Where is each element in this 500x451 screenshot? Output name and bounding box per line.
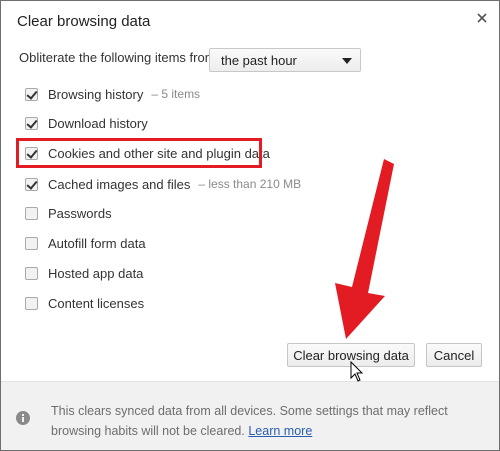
item-cached-images[interactable]: Cached images and files – less than 210 … (25, 174, 301, 194)
learn-more-link[interactable]: Learn more (248, 424, 312, 438)
info-icon (16, 411, 30, 425)
clear-browsing-data-dialog: Clear browsing data Obliterate the follo… (0, 0, 500, 451)
browsing-history-checkbox[interactable] (25, 87, 38, 101)
item-label: Download history (48, 115, 148, 131)
chevron-down-icon (342, 58, 352, 64)
content-licenses-checkbox[interactable] (25, 296, 38, 310)
red-arrow-annotation (335, 159, 394, 339)
item-download-history[interactable]: Download history (25, 113, 148, 133)
item-browsing-history[interactable]: Browsing history – 5 items (25, 84, 200, 104)
item-detail: – 5 items (151, 87, 201, 101)
time-period-row: Obliterate the following items from: (19, 50, 219, 65)
item-label: Content licenses (48, 295, 145, 311)
item-detail: – less than 210 MB (198, 177, 302, 191)
time-period-value: the past hour (221, 53, 297, 68)
item-label: Cached images and files (48, 176, 191, 192)
autofill-checkbox[interactable] (25, 236, 38, 250)
item-label: Passwords (48, 205, 112, 221)
mouse-pointer-icon (350, 361, 364, 382)
passwords-checkbox[interactable] (25, 206, 38, 220)
highlight-box (16, 138, 262, 168)
item-label: Hosted app data (48, 265, 144, 281)
item-content-licenses[interactable]: Content licenses (25, 293, 144, 313)
cached-images-checkbox[interactable] (25, 177, 38, 191)
item-label: Autofill form data (48, 235, 146, 251)
hosted-app-data-checkbox[interactable] (25, 266, 38, 280)
item-autofill[interactable]: Autofill form data (25, 233, 146, 253)
dialog-title: Clear browsing data (17, 13, 151, 30)
item-hosted-app-data[interactable]: Hosted app data (25, 263, 143, 283)
footer-notice: This clears synced data from all devices… (1, 381, 499, 450)
close-icon[interactable] (475, 11, 489, 25)
cancel-button[interactable]: Cancel (426, 343, 482, 367)
item-label: Browsing history (48, 86, 144, 102)
time-period-label: Obliterate the following items from: (19, 50, 220, 65)
download-history-checkbox[interactable] (25, 116, 38, 130)
footer-text-block: This clears synced data from all devices… (51, 401, 481, 441)
item-passwords[interactable]: Passwords (25, 203, 112, 223)
time-period-select[interactable]: the past hour (209, 48, 361, 72)
